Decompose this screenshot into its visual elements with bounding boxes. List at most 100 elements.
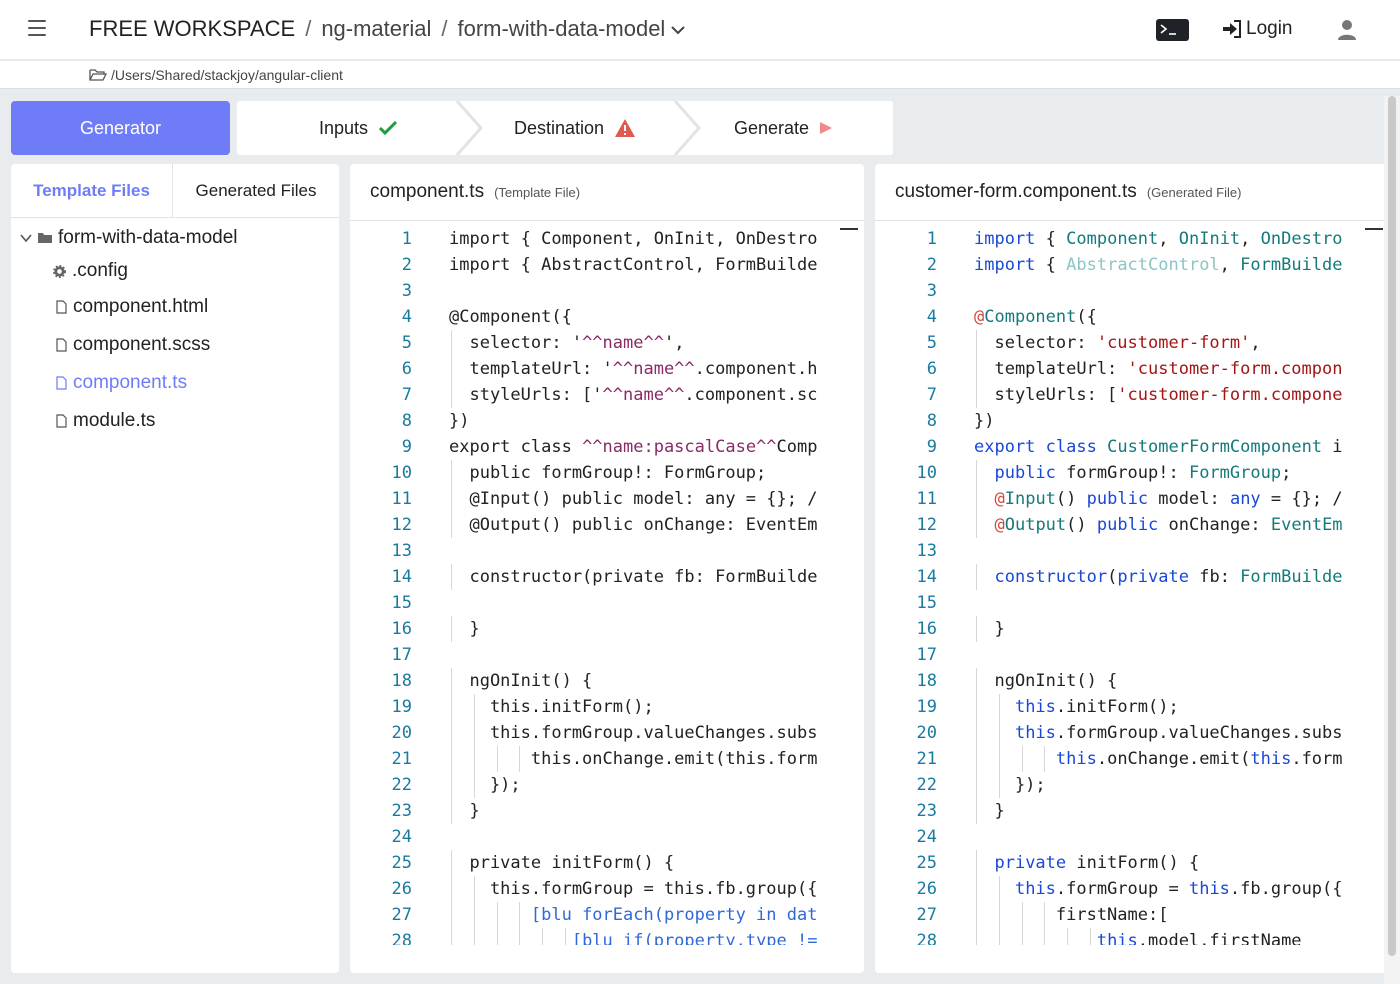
tree-folder[interactable]: form-with-data-model xyxy=(20,227,238,249)
breadcrumb-project[interactable]: ng-material xyxy=(321,16,431,41)
menu-icon[interactable] xyxy=(28,20,46,36)
user-icon[interactable] xyxy=(1337,19,1357,41)
line-number: 11 xyxy=(916,489,937,509)
tree-item-config[interactable]: .config xyxy=(53,260,128,282)
step-generate[interactable]: Generate xyxy=(734,101,833,155)
line-number: 16 xyxy=(916,619,937,639)
check-icon xyxy=(378,120,398,136)
code-text: this.onChange.emit(this.form xyxy=(449,749,818,769)
code-line: 9 export class ^^name:pascalCase^^Comp xyxy=(350,434,864,460)
tree-item-label: .config xyxy=(72,260,128,281)
code-line: 9 export class CustomerFormComponent i xyxy=(875,434,1389,460)
line-number: 7 xyxy=(926,385,937,405)
code-line: 3 xyxy=(875,278,1389,304)
code-line: 21 this.onChange.emit(this.form xyxy=(875,746,1389,772)
line-number: 8 xyxy=(926,411,937,431)
line-number: 21 xyxy=(391,749,412,769)
code-text: this.initForm(); xyxy=(449,697,654,717)
code-line: 25 private initForm() { xyxy=(350,850,864,876)
breadcrumb: FREE WORKSPACE / ng-material / form-with-dat… xyxy=(89,16,666,41)
line-number: 4 xyxy=(926,307,937,327)
line-number: 9 xyxy=(401,437,412,457)
chevron-down-icon[interactable] xyxy=(670,22,686,38)
code-text: selector: 'customer-form', xyxy=(974,333,1261,353)
login-button[interactable]: Login xyxy=(1222,18,1293,40)
line-number: 14 xyxy=(916,567,937,587)
line-number: 8 xyxy=(401,411,412,431)
line-number: 27 xyxy=(391,905,412,925)
line-number: 20 xyxy=(391,723,412,743)
code-line: 12 @Output() public onChange: EventEm xyxy=(875,512,1389,538)
tree-item-module-ts[interactable]: module.ts xyxy=(56,410,155,432)
code-line: 27 firstName:[ xyxy=(875,902,1389,928)
terminal-icon[interactable] xyxy=(1156,19,1189,41)
step-inputs-label: Inputs xyxy=(319,117,369,138)
line-number: 25 xyxy=(916,853,937,873)
code-text: templateUrl: 'customer-form.compon xyxy=(974,359,1343,379)
tab-template-files[interactable]: Template Files xyxy=(11,164,173,218)
folder-icon xyxy=(38,233,52,243)
tree-item-component-html[interactable]: component.html xyxy=(56,296,208,318)
line-number: 22 xyxy=(916,775,937,795)
top-bar: FREE WORKSPACE / ng-material / form-with-dat… xyxy=(0,0,1400,60)
code-editor[interactable]: 1 import { Component, OnInit, OnDestro 2 im… xyxy=(875,222,1389,945)
code-line: 10 public formGroup!: FormGroup; xyxy=(875,460,1389,486)
step-destination[interactable]: Destination xyxy=(514,101,636,155)
line-number: 26 xyxy=(916,879,937,899)
line-number: 7 xyxy=(401,385,412,405)
file-icon xyxy=(56,376,67,390)
code-text: constructor(private fb: FormBuilde xyxy=(994,567,1343,587)
code-text: @Output() public onChange: EventEm xyxy=(449,515,818,535)
line-number: 1 xyxy=(926,229,937,249)
code-line: 26 this.formGroup = this.fb.group({ xyxy=(350,876,864,902)
code-line: 4 @Component({ xyxy=(350,304,864,330)
line-number: 15 xyxy=(916,593,937,613)
breadcrumb-workspace[interactable]: FREE WORKSPACE xyxy=(89,16,295,41)
code-line: 18 ngOnInit() { xyxy=(350,668,864,694)
tree-item-component-scss[interactable]: component.scss xyxy=(56,334,210,356)
scrollbar-thumb[interactable] xyxy=(1388,96,1396,956)
line-number: 15 xyxy=(391,593,412,613)
line-number: 19 xyxy=(391,697,412,717)
code-text: this.model.firstName xyxy=(1096,931,1302,945)
code-line: 2 import { AbstractControl, FormBuilde xyxy=(350,252,864,278)
workspace-path: /Users/Shared/stackjoy/angular-client xyxy=(111,67,343,83)
warning-icon xyxy=(615,119,636,137)
page-scrollbar[interactable] xyxy=(1384,96,1400,984)
code-text: import { AbstractControl, FormBuilde xyxy=(974,255,1343,275)
generated-code-panel: customer-form.component.ts (Generated Fi… xyxy=(875,164,1389,973)
code-line: 14 constructor(private fb: FormBuilde xyxy=(875,564,1389,590)
code-text: this.onChange.emit(this.form xyxy=(1055,749,1343,769)
line-number: 5 xyxy=(401,333,412,353)
code-line: 5 selector: 'customer-form', xyxy=(875,330,1389,356)
code-line: 25 private initForm() { xyxy=(875,850,1389,876)
code-editor[interactable]: 1 import { Component, OnInit, OnDestro 2 im… xyxy=(350,222,864,945)
line-number: 2 xyxy=(401,255,412,275)
code-text: styleUrls: ['customer-form.compone xyxy=(974,385,1343,405)
step-divider xyxy=(455,101,483,155)
code-line: 22 }); xyxy=(350,772,864,798)
step-generate-label: Generate xyxy=(734,117,810,138)
file-icon xyxy=(56,338,67,352)
step-inputs[interactable]: Inputs xyxy=(319,101,398,155)
code-line: 1 import { Component, OnInit, OnDestro xyxy=(350,226,864,252)
code-line: 23 } xyxy=(875,798,1389,824)
line-number: 19 xyxy=(916,697,937,717)
code-header: component.ts (Template File) xyxy=(350,164,864,221)
code-line: 17 xyxy=(350,642,864,668)
line-number: 10 xyxy=(916,463,937,483)
code-line: 12 @Output() public onChange: EventEm xyxy=(350,512,864,538)
code-text: }) xyxy=(974,411,995,431)
code-subtitle: (Generated File) xyxy=(1146,184,1242,200)
code-text: private initForm() { xyxy=(994,853,1200,873)
code-line: 19 this.initForm(); xyxy=(875,694,1389,720)
breadcrumb-generator[interactable]: form-with-data-model xyxy=(457,16,665,41)
code-line: 18 ngOnInit() { xyxy=(875,668,1389,694)
tab-generated-files[interactable]: Generated Files xyxy=(173,164,339,218)
code-line: 26 this.formGroup = this.fb.group({ xyxy=(875,876,1389,902)
code-text: } xyxy=(449,619,480,639)
line-number: 23 xyxy=(916,801,937,821)
line-number: 17 xyxy=(391,645,412,665)
tree-item-component-ts[interactable]: component.ts xyxy=(56,372,187,394)
generator-button[interactable]: Generator xyxy=(11,101,230,155)
